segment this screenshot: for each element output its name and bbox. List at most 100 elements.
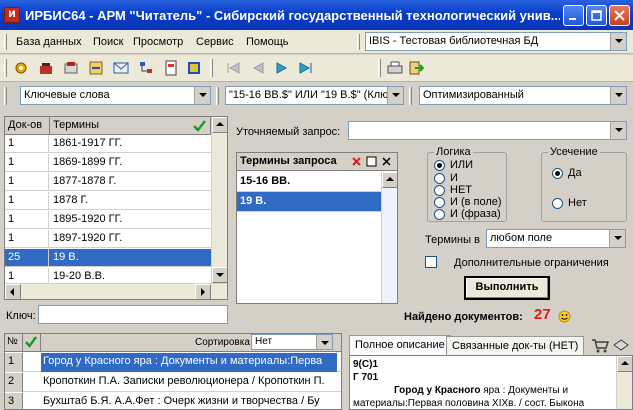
last-record-icon[interactable]: [298, 60, 314, 76]
scroll-left-arrow-icon[interactable]: [5, 284, 21, 299]
chevron-down-icon[interactable]: [610, 33, 626, 50]
menu-database[interactable]: База данных: [16, 36, 82, 48]
printer-icon[interactable]: [387, 60, 403, 76]
results-sort-label: Сортировка: [195, 337, 250, 348]
mail-icon[interactable]: [113, 60, 129, 76]
toolbar-grip[interactable]: [357, 34, 360, 50]
print-icon[interactable]: [612, 337, 630, 353]
chevron-down-icon[interactable]: [316, 335, 332, 349]
truncation-no-label: Нет: [568, 197, 587, 209]
menu-search[interactable]: Поиск: [93, 36, 123, 48]
table-row[interactable]: 1 1869-1899 ГГ.: [5, 154, 211, 172]
settings-icon[interactable]: [13, 60, 29, 76]
col-terms[interactable]: Термины: [50, 117, 211, 135]
logic-and-field-radio[interactable]: [434, 197, 445, 208]
results-sort-select[interactable]: Нет: [251, 334, 333, 350]
menu-help[interactable]: Помощь: [246, 36, 289, 48]
first-record-icon[interactable]: [225, 60, 241, 76]
result-row-selected[interactable]: 1 Город у Красного яра : Документы и мате…: [5, 353, 341, 372]
close-button[interactable]: [609, 5, 630, 26]
logic-and-radio[interactable]: [434, 173, 445, 184]
truncation-group: Усечение Да Нет: [541, 146, 627, 222]
result-row[interactable]: 2 Кропоткин П.А. Записки революционера / …: [5, 373, 341, 392]
chevron-down-icon[interactable]: [610, 87, 626, 104]
chevron-down-icon[interactable]: [387, 87, 403, 104]
tab-full-description[interactable]: Полное описание: [349, 335, 451, 355]
export-icon[interactable]: [88, 60, 104, 76]
truncation-yes-radio[interactable]: [552, 168, 563, 179]
sort-mode-select[interactable]: Оптимизированный: [419, 86, 627, 105]
col-no[interactable]: №: [5, 334, 23, 352]
chevron-down-icon[interactable]: [194, 87, 210, 104]
tab-linked-docs[interactable]: Связанные док-ты (НЕТ): [446, 336, 585, 356]
app-icon[interactable]: И: [4, 7, 20, 23]
exit-icon[interactable]: [408, 60, 424, 76]
menu-bar: База данных Поиск Просмотр Сервис Помощь…: [0, 30, 633, 54]
database-select[interactable]: IBIS - Тестовая библиотечная БД: [365, 32, 627, 51]
menu-grip[interactable]: [4, 34, 7, 50]
result-row[interactable]: 3 Бухштаб Б.Я. А.А.Фет : Очерк жизни и тв…: [5, 393, 341, 409]
tree-icon[interactable]: [138, 60, 154, 76]
minimize-button[interactable]: [563, 5, 584, 26]
delete-icon[interactable]: [351, 156, 362, 167]
checkmark-icon[interactable]: [193, 119, 206, 132]
terms-in-select[interactable]: любом поле: [486, 229, 626, 248]
document-icon[interactable]: [163, 60, 179, 76]
search-expression-select[interactable]: "15-16 ВВ.$" ИЛИ "19 В.$" (Клю: [225, 86, 404, 105]
book-icon[interactable]: [186, 60, 202, 76]
row-term: 1861-1917 ГГ.: [53, 137, 123, 149]
row-count: 1: [5, 230, 49, 248]
execute-button[interactable]: Выполнить: [464, 276, 550, 300]
logic-and-phrase-label: И (фраза): [450, 208, 501, 220]
full-description-panel: 9(С)1 Г 701 Город у Красного яра : Докум…: [349, 355, 633, 410]
result-title: Город у Красного яра : Документы и матер…: [41, 353, 337, 372]
col-doc-count[interactable]: Док-ов: [5, 117, 50, 135]
basket-icon[interactable]: [38, 60, 54, 76]
scroll-right-arrow-icon[interactable]: [195, 284, 211, 299]
desc-code: Г 701: [353, 372, 379, 383]
logic-not-radio[interactable]: [434, 185, 445, 196]
print-order-icon[interactable]: [63, 60, 79, 76]
desc-title-rest: яра : Документы и: [480, 385, 569, 396]
window-icon[interactable]: [366, 156, 377, 167]
key-input[interactable]: [38, 305, 228, 324]
table-row[interactable]: 1 1897-1920 ГГ.: [5, 230, 211, 248]
query-terms-scrollbar[interactable]: [381, 172, 397, 303]
maximize-button[interactable]: [586, 5, 607, 26]
checkmark-icon[interactable]: [25, 336, 38, 349]
terms-hscrollbar[interactable]: [5, 283, 227, 299]
scroll-up-arrow-icon[interactable]: [382, 172, 397, 188]
refine-query-select[interactable]: [348, 121, 627, 140]
terms-vscrollbar[interactable]: [211, 117, 227, 283]
menu-service[interactable]: Сервис: [196, 36, 234, 48]
extra-restrictions-checkbox[interactable]: [425, 256, 437, 268]
table-row[interactable]: 1 1861-1917 ГГ.: [5, 135, 211, 153]
chevron-down-icon[interactable]: [609, 230, 625, 247]
table-row[interactable]: 1 1877-1878 Г.: [5, 173, 211, 191]
table-row[interactable]: 1 1878 Г.: [5, 192, 211, 210]
logic-or-radio[interactable]: [434, 160, 445, 171]
truncation-no-radio[interactable]: [552, 198, 563, 209]
scroll-up-arrow-icon[interactable]: [617, 356, 632, 372]
cart-icon[interactable]: [591, 337, 609, 353]
query-term-item[interactable]: 15-16 ВВ.: [237, 172, 381, 192]
scroll-down-arrow-icon[interactable]: [212, 267, 227, 283]
logic-and-phrase-radio[interactable]: [434, 209, 445, 220]
search-mode-value: Ключевые слова: [24, 89, 110, 101]
next-record-icon[interactable]: [274, 60, 290, 76]
search-mode-select[interactable]: Ключевые слова: [20, 86, 211, 105]
close-icon[interactable]: [381, 156, 392, 167]
row-term: 1877-1878 Г.: [53, 175, 117, 187]
query-term-item-selected[interactable]: 19 В.: [237, 192, 381, 212]
sort-mode-value: Оптимизированный: [423, 89, 524, 101]
chevron-down-icon[interactable]: [610, 122, 626, 139]
table-row-selected[interactable]: 25 19 В.: [5, 249, 211, 267]
row-count: 1: [5, 154, 49, 172]
result-title: Кропоткин П.А. Записки революционера / К…: [43, 375, 325, 387]
prev-record-icon[interactable]: [250, 60, 266, 76]
menu-view[interactable]: Просмотр: [133, 36, 183, 48]
col-check[interactable]: [23, 334, 41, 352]
desc-scrollbar[interactable]: [616, 356, 632, 409]
table-row[interactable]: 1 1895-1920 ГГ.: [5, 211, 211, 229]
scroll-up-arrow-icon[interactable]: [212, 117, 227, 133]
